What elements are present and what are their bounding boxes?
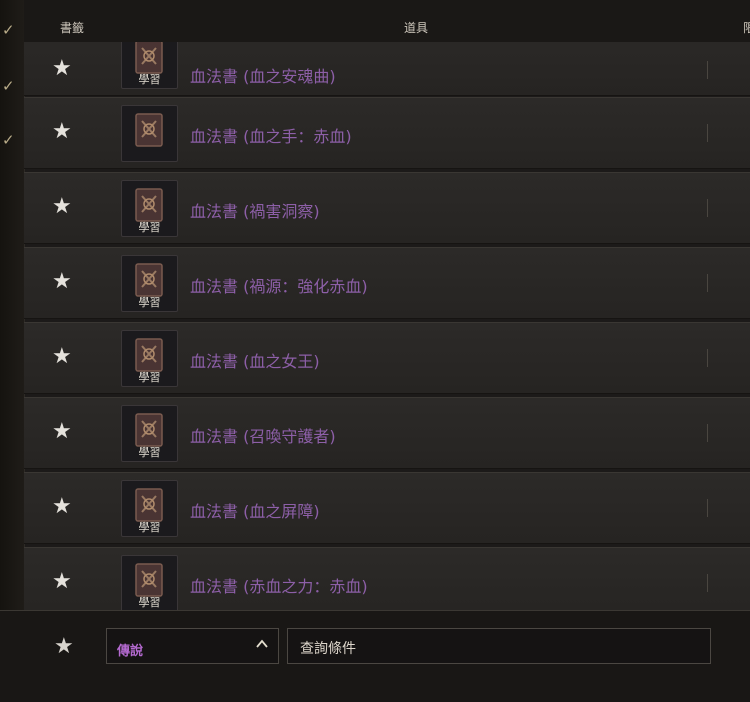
item-name[interactable]: 血法書 (血之屏障) — [190, 498, 320, 522]
list-item[interactable]: ★ 學習 血法書 (禍害洞察) — [24, 172, 750, 244]
bookmark-star-icon[interactable]: ★ — [52, 269, 72, 294]
check-icon[interactable]: ✓ — [2, 78, 18, 94]
learn-badge: 學習 — [138, 296, 161, 309]
chevron-up-icon — [256, 639, 268, 648]
bookmark-star-icon[interactable]: ★ — [52, 344, 72, 369]
learn-badge: 學習 — [138, 371, 161, 384]
grade-selected: 傳說 — [117, 644, 144, 659]
item-name[interactable]: 血法書 (赤血之力：赤血) — [190, 573, 368, 597]
bookmark-star-icon[interactable]: ★ — [52, 494, 72, 519]
learn-badge: 學習 — [138, 596, 161, 609]
column-divider — [707, 499, 708, 517]
item-icon: 學習 — [121, 330, 178, 387]
search-input[interactable]: 查詢條件 — [287, 628, 711, 664]
learn-badge: 學習 — [138, 521, 161, 534]
item-name[interactable]: 血法書 (禍害洞察) — [190, 198, 320, 222]
bookmark-star-icon[interactable]: ★ — [52, 56, 72, 81]
header-bookmark: 書籤 — [60, 21, 85, 35]
bookmark-star-icon[interactable]: ★ — [52, 119, 72, 144]
item-list: ★ 學習 血法書 (血之安魂曲) ★ 血法書 (血之手：赤血) ★ 學習 血法書… — [24, 42, 750, 610]
column-divider — [707, 424, 708, 442]
column-divider — [707, 61, 708, 79]
item-name[interactable]: 血法書 (血之安魂曲) — [190, 63, 336, 87]
header-limit: 限 — [743, 21, 750, 35]
learn-badge: 學習 — [138, 221, 161, 234]
grade-dropdown[interactable]: 傳說 — [106, 628, 279, 664]
learn-badge: 學習 — [138, 73, 161, 86]
list-item[interactable]: ★ 學習 血法書 (召喚守護者) — [24, 397, 750, 469]
column-divider — [707, 124, 708, 142]
blood-book-icon — [135, 113, 163, 147]
item-icon: 學習 — [121, 180, 178, 237]
item-icon: 學習 — [121, 42, 178, 89]
bookmark-star-icon[interactable]: ★ — [52, 569, 72, 594]
item-name[interactable]: 血法書 (血之女王) — [190, 348, 320, 372]
search-field-text: 查詢條件 — [300, 641, 356, 657]
item-name[interactable]: 血法書 (血之手：赤血) — [190, 123, 352, 147]
list-item[interactable]: ★ 血法書 (血之手：赤血) — [24, 97, 750, 169]
header-item: 道具 — [404, 21, 429, 35]
learn-badge: 學習 — [138, 446, 161, 459]
item-icon: 學習 — [121, 480, 178, 537]
left-filter-strip: ✓ ✓ ✓ — [0, 0, 25, 612]
bookmark-filter-star-icon[interactable]: ★ — [54, 634, 74, 659]
check-icon[interactable]: ✓ — [2, 132, 18, 148]
item-name[interactable]: 血法書 (召喚守護者) — [190, 423, 336, 447]
column-divider — [707, 349, 708, 367]
list-item[interactable]: ★ 學習 血法書 (血之女王) — [24, 322, 750, 394]
item-icon: 學習 — [121, 405, 178, 462]
search-footer: ★ 傳說 查詢條件 — [0, 610, 750, 702]
bookmark-star-icon[interactable]: ★ — [52, 194, 72, 219]
item-icon: 學習 — [121, 255, 178, 312]
list-item[interactable]: ★ 學習 血法書 (赤血之力：赤血) — [24, 547, 750, 610]
list-item[interactable]: ★ 學習 血法書 (血之屏障) — [24, 472, 750, 544]
item-icon: 學習 — [121, 555, 178, 610]
check-icon[interactable]: ✓ — [2, 22, 18, 38]
table-header: 書籤 道具 限 — [24, 0, 750, 43]
bookmark-star-icon[interactable]: ★ — [52, 419, 72, 444]
item-icon — [121, 105, 178, 162]
item-name[interactable]: 血法書 (禍源：強化赤血) — [190, 273, 368, 297]
list-item[interactable]: ★ 學習 血法書 (禍源：強化赤血) — [24, 247, 750, 319]
list-item[interactable]: ★ 學習 血法書 (血之安魂曲) — [24, 42, 750, 96]
column-divider — [707, 274, 708, 292]
column-divider — [707, 199, 708, 217]
column-divider — [707, 574, 708, 592]
